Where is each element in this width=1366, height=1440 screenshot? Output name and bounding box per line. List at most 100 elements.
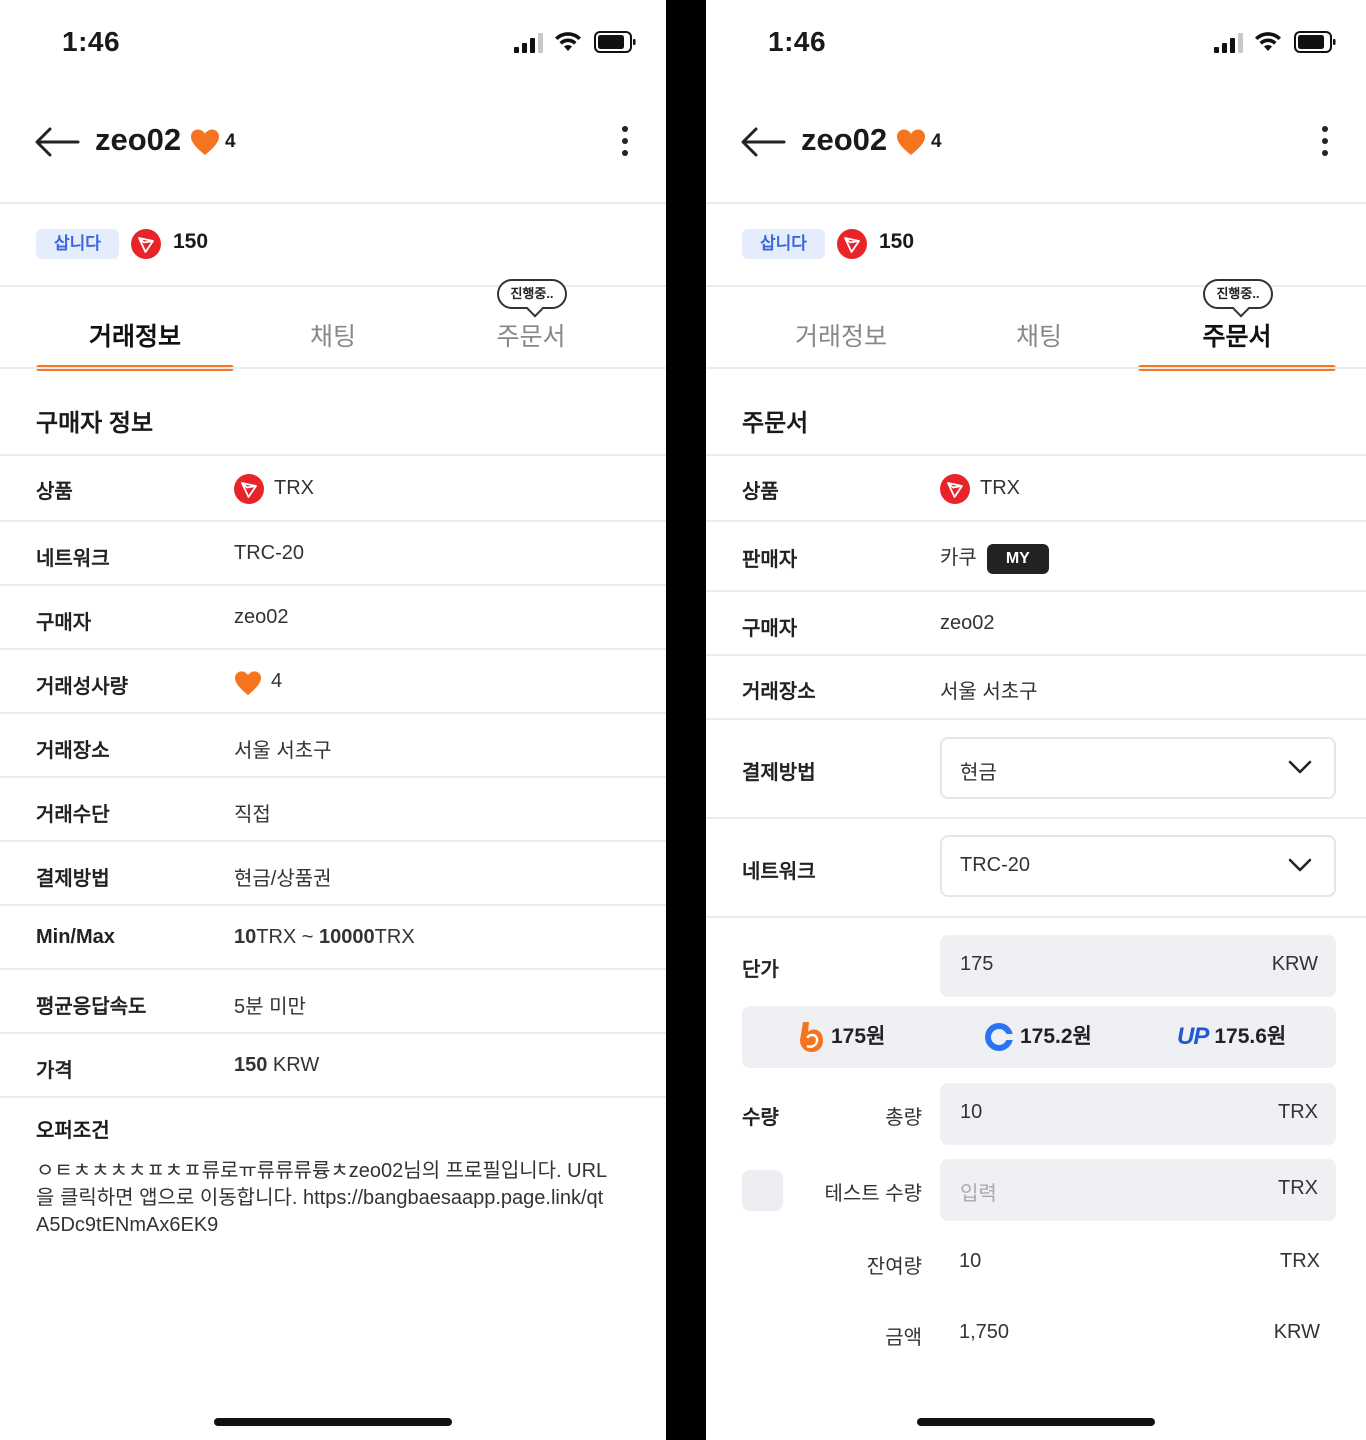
tab-order[interactable]: 주문서 — [432, 317, 630, 353]
row-network: 네트워크 TRC-20 — [0, 522, 666, 586]
status-time: 1:46 — [768, 26, 827, 57]
exchange-price-bithumb[interactable]: 175원 — [797, 1020, 885, 1054]
heart-count: 4 — [225, 131, 236, 152]
row-value: zeo02 — [234, 606, 289, 628]
back-arrow-icon[interactable] — [34, 122, 80, 162]
exchange-price-coinone[interactable]: 175.2원 — [984, 1020, 1092, 1052]
home-indicator[interactable] — [917, 1418, 1155, 1426]
status-bar: 1:46 — [706, 0, 1366, 90]
max-unit: TRX — [374, 926, 415, 948]
username-title: zeo02 — [95, 122, 182, 157]
trx-logo-icon — [837, 229, 867, 259]
tab-chat[interactable]: 채팅 — [940, 317, 1138, 353]
status-bar: 1:46 — [0, 0, 666, 90]
top-bar: zeo02 4 — [0, 100, 666, 182]
offer-conditions-title: 오퍼조건 — [36, 1120, 110, 1142]
amount-value: 1,750 — [959, 1321, 1010, 1343]
tab-trade-info[interactable]: 거래정보 — [742, 317, 940, 353]
row-seller: 판매자 카쿠 MY — [706, 522, 1366, 592]
tab-order[interactable]: 주문서 — [1138, 317, 1336, 353]
right-screen: 1:46 zeo02 4 삽니다 150 거래정보 채팅 주문서 진행중.. 주… — [706, 0, 1366, 1440]
unit-price-field[interactable]: 175 KRW — [940, 935, 1336, 997]
row-place: 거래장소 서울 서초구 — [0, 714, 666, 778]
row-value: 150 KRW — [234, 1054, 319, 1077]
test-quantity-label: 테스트 수량 — [824, 1183, 922, 1205]
row-label: 거래장소 — [36, 740, 110, 762]
row-value: TRX — [274, 477, 314, 499]
section-title: 주문서 — [742, 410, 809, 437]
row-value: 서울 서초구 — [234, 740, 332, 762]
payment-method-select[interactable]: 현금 — [940, 737, 1336, 799]
row-value: zeo02 — [940, 612, 995, 634]
seller-name: 카쿠 — [940, 547, 977, 569]
trx-logo-icon — [234, 474, 264, 504]
row-payment: 결제방법 현금/상품권 — [0, 842, 666, 906]
row-price: 가격 150 KRW — [0, 1034, 666, 1098]
remaining-value: 10 — [959, 1250, 982, 1272]
heart-icon — [191, 129, 219, 155]
home-indicator[interactable] — [214, 1418, 452, 1426]
tab-trade-info[interactable]: 거래정보 — [36, 317, 234, 353]
section-title: 구매자 정보 — [36, 410, 154, 437]
divider — [0, 202, 666, 204]
network-select[interactable]: TRC-20 — [940, 835, 1336, 897]
row-value: TRC-20 — [234, 542, 305, 564]
row-label: 판매자 — [742, 549, 798, 571]
exchange-price-text: 175.6원 — [1214, 1025, 1287, 1048]
price-amount: 150 — [234, 1054, 268, 1076]
back-arrow-icon[interactable] — [740, 122, 786, 162]
row-value: TRX — [980, 477, 1020, 499]
upbit-logo-icon: UP — [1177, 1023, 1209, 1051]
top-bar: zeo02 4 — [706, 100, 1366, 182]
row-buyer: 구매자 zeo02 — [706, 592, 1366, 656]
more-options-icon[interactable] — [1320, 126, 1330, 160]
row-trade-count: 거래성사량 4 — [0, 650, 666, 714]
row-product: 상품 TRX — [0, 456, 666, 522]
row-label: 상품 — [36, 481, 73, 503]
row-value: 서울 서초구 — [940, 681, 1038, 703]
wifi-icon — [1255, 32, 1281, 51]
field-unit: TRX — [1278, 1177, 1318, 1199]
divider — [706, 367, 1366, 369]
my-badge: MY — [986, 543, 1049, 574]
row-label: Min/Max — [36, 926, 115, 948]
row-label: 구매자 — [36, 612, 92, 634]
offer-conditions-text: ㅇㅌㅊㅊㅊㅊㅍㅊㅍ류로ㅠ류류류륭ㅊzeo02님의 프로필입니다. URL을 클릭… — [36, 1160, 608, 1236]
test-quantity-field[interactable]: 입력 TRX — [940, 1159, 1336, 1221]
total-label: 총량 — [885, 1107, 922, 1129]
test-quantity-checkbox[interactable] — [742, 1170, 783, 1211]
exchange-price-upbit[interactable]: UP 175.6원 — [1177, 1020, 1286, 1051]
row-payment: 결제방법 현금 — [706, 720, 1366, 819]
tab-chat[interactable]: 채팅 — [234, 317, 432, 353]
heart-icon — [235, 671, 261, 696]
summary-price: 150 — [173, 230, 209, 253]
row-place: 거래장소 서울 서초구 — [706, 656, 1366, 720]
unit-price-label: 단가 — [742, 959, 779, 981]
summary-price: 150 — [879, 230, 915, 253]
total-quantity-field[interactable]: 10 TRX — [940, 1083, 1336, 1145]
coinone-logo-icon — [985, 1023, 1014, 1052]
buy-badge: 삽니다 — [36, 229, 119, 259]
row-label: 거래장소 — [742, 681, 816, 703]
field-value: 175 — [960, 953, 994, 975]
amount-unit: KRW — [1273, 1321, 1320, 1343]
row-value: 현금/상품권 — [234, 868, 332, 890]
heart-count: 4 — [931, 131, 942, 152]
wifi-icon — [555, 32, 581, 51]
heart-icon — [897, 129, 925, 155]
price-unit: KRW — [267, 1054, 320, 1076]
row-label: 평균응답속도 — [36, 996, 147, 1018]
cellular-signal-icon — [514, 33, 543, 53]
field-placeholder: 입력 — [960, 1183, 997, 1205]
tab-order-label: 주문서 — [496, 323, 566, 351]
more-options-icon[interactable] — [620, 126, 630, 160]
row-label: 구매자 — [742, 618, 798, 640]
quantity-label: 수량 — [742, 1107, 779, 1129]
row-label: 네트워크 — [742, 861, 816, 883]
row-value: 직접 — [234, 804, 271, 826]
row-response-speed: 평균응답속도 5분 미만 — [0, 970, 666, 1034]
chevron-down-icon — [1288, 858, 1312, 872]
tab-bar: 거래정보 채팅 주문서 진행중.. — [706, 279, 1366, 371]
field-value: 10 — [960, 1101, 983, 1123]
row-value: 4 — [271, 670, 283, 692]
